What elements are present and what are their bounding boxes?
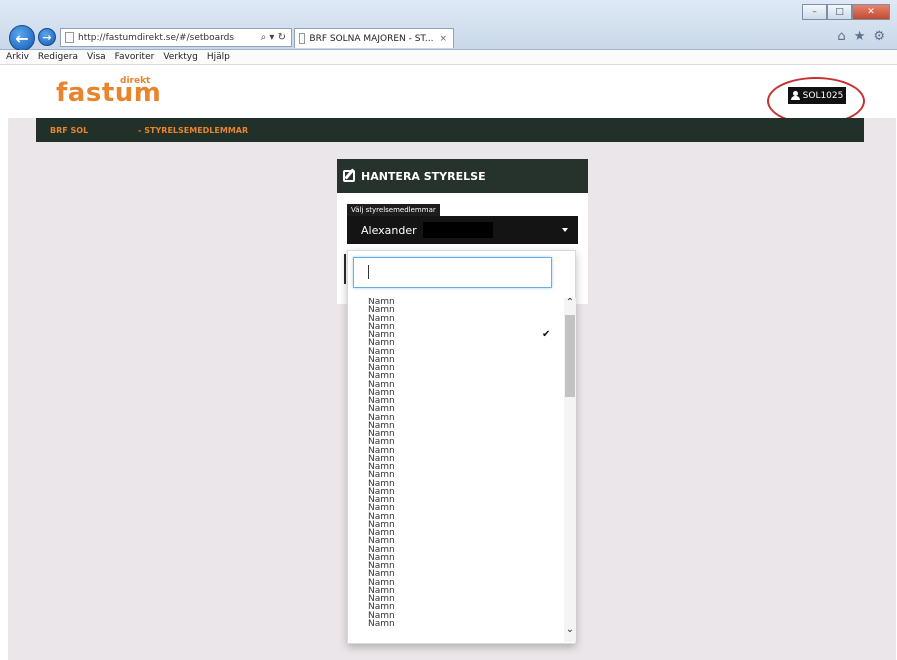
dropdown-option[interactable]: Namn [348, 618, 562, 629]
nav-bar: BRF SOL - STYRELSEMEDLEMMAR [36, 118, 864, 142]
scroll-down-icon[interactable]: ⌄ [564, 624, 576, 638]
page-icon [299, 33, 306, 44]
menu-item-hjalp[interactable]: Hjälp [207, 52, 230, 62]
selected-value: Alexander [361, 223, 417, 237]
input-edge [344, 254, 346, 284]
page: fastum direkt SOL1025 BRF SOL - STYRELSE… [8, 66, 896, 660]
field-label: Välj styrelsemedlemmar [347, 204, 440, 216]
logo-superscript: direkt [120, 76, 151, 86]
address-bar[interactable]: http://fastumdirekt.se/#/setboards ⌕ ▾ ↻ [60, 28, 292, 47]
scroll-up-icon[interactable]: ⌃ [564, 297, 576, 311]
page-icon [65, 32, 74, 43]
dropdown-options: Namn Namn Namn Namn Namn ✔ Namn Namn Namn Namn Nam… [348, 298, 562, 642]
browser-chrome: – □ ✕ ← → http://fastumdirekt.se/#/setbo… [0, 0, 897, 51]
maximize-button[interactable]: □ [827, 4, 852, 20]
gear-icon[interactable]: ⚙ [873, 29, 885, 44]
forward-button[interactable]: → [38, 28, 56, 46]
menu-bar: Arkiv Redigera Visa Favoriter Verktyg Hj… [0, 50, 897, 65]
browser-tab[interactable]: BRF SOLNA MAJOREN - ST... × [294, 28, 454, 48]
menu-item-favoriter[interactable]: Favoriter [115, 52, 155, 62]
card-header: HANTERA STYRELSE [337, 159, 588, 193]
member-dropdown: Namn Namn Namn Namn Namn ✔ Namn Namn Namn Namn Nam… [347, 250, 576, 644]
minimize-button[interactable]: – [802, 4, 827, 20]
text-cursor [368, 265, 369, 279]
tab-close-icon[interactable]: × [433, 34, 453, 44]
close-window-button[interactable]: ✕ [852, 4, 890, 20]
card-title: HANTERA STYRELSE [361, 169, 486, 183]
option-label: Namn [368, 618, 395, 629]
scrollbar-thumb[interactable] [565, 315, 575, 397]
tab-title: BRF SOLNA MAJOREN - ST... [309, 33, 434, 44]
arrow-right-icon: → [42, 30, 52, 44]
redacted-surname [422, 222, 493, 238]
home-icon[interactable]: ⌂ [837, 29, 845, 44]
star-icon[interactable]: ★ [854, 29, 866, 44]
search-refresh-icons[interactable]: ⌕ ▾ ↻ [261, 32, 291, 43]
nav-item-styrelsemedlemmar[interactable]: - STYRELSEMEDLEMMAR [138, 126, 248, 135]
dropdown-search-input[interactable] [353, 257, 552, 288]
menu-item-redigera[interactable]: Redigera [38, 52, 78, 62]
site-header: fastum direkt SOL1025 [8, 66, 896, 125]
menu-item-verktyg[interactable]: Verktyg [163, 52, 197, 62]
caret-down-icon [562, 228, 568, 232]
window-controls: – □ ✕ [802, 4, 890, 20]
menu-item-arkiv[interactable]: Arkiv [6, 52, 29, 62]
arrow-left-icon: ← [15, 28, 29, 48]
board-member-select[interactable]: Alexander [347, 216, 578, 244]
menu-item-visa[interactable]: Visa [87, 52, 106, 62]
browser-tool-icons: ⌂ ★ ⚙ [837, 29, 885, 44]
checkmark-icon: ✔ [542, 329, 551, 340]
back-button[interactable]: ← [9, 25, 35, 51]
address-url[interactable]: http://fastumdirekt.se/#/setboards [78, 33, 261, 43]
edit-icon [343, 170, 355, 182]
nav-item-brf[interactable]: BRF SOL [50, 126, 88, 135]
